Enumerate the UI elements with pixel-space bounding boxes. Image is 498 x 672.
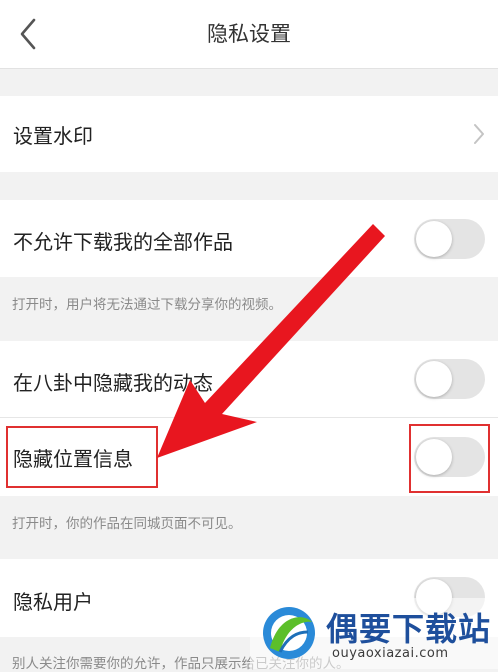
hide-gossip-toggle[interactable] xyxy=(414,359,485,399)
hide-location-hint: 打开时，你的作品在同城页面不可见。 xyxy=(12,516,242,532)
toggle-knob xyxy=(416,361,452,397)
disallow-download-hint: 打开时，用户将无法通过下载分享你的视频。 xyxy=(12,297,282,313)
disallow-download-toggle[interactable] xyxy=(414,219,485,259)
highlight-box-toggle xyxy=(409,424,490,493)
row-label: 隐私用户 xyxy=(13,590,93,614)
page-title: 隐私设置 xyxy=(207,22,291,46)
row-disallow-download: 不允许下载我的全部作品 xyxy=(0,200,498,277)
site-logo-name: 偶要下载站 xyxy=(326,610,492,648)
toggle-knob xyxy=(416,221,452,257)
row-label: 不允许下载我的全部作品 xyxy=(13,230,233,254)
site-watermark: 偶要下载站 ouyaoxiazai.com xyxy=(250,598,498,669)
row-hide-in-gossip: 在八卦中隐藏我的动态 xyxy=(0,341,498,417)
row-label: 在八卦中隐藏我的动态 xyxy=(13,371,213,395)
chevron-right-icon xyxy=(474,124,484,144)
nav-bar: 隐私设置 xyxy=(0,0,498,69)
highlight-box-label xyxy=(6,426,158,488)
site-logo-url: ouyaoxiazai.com xyxy=(332,646,449,661)
row-set-watermark[interactable]: 设置水印 xyxy=(0,96,498,172)
row-label: 设置水印 xyxy=(13,124,93,148)
site-logo-icon xyxy=(263,607,315,659)
